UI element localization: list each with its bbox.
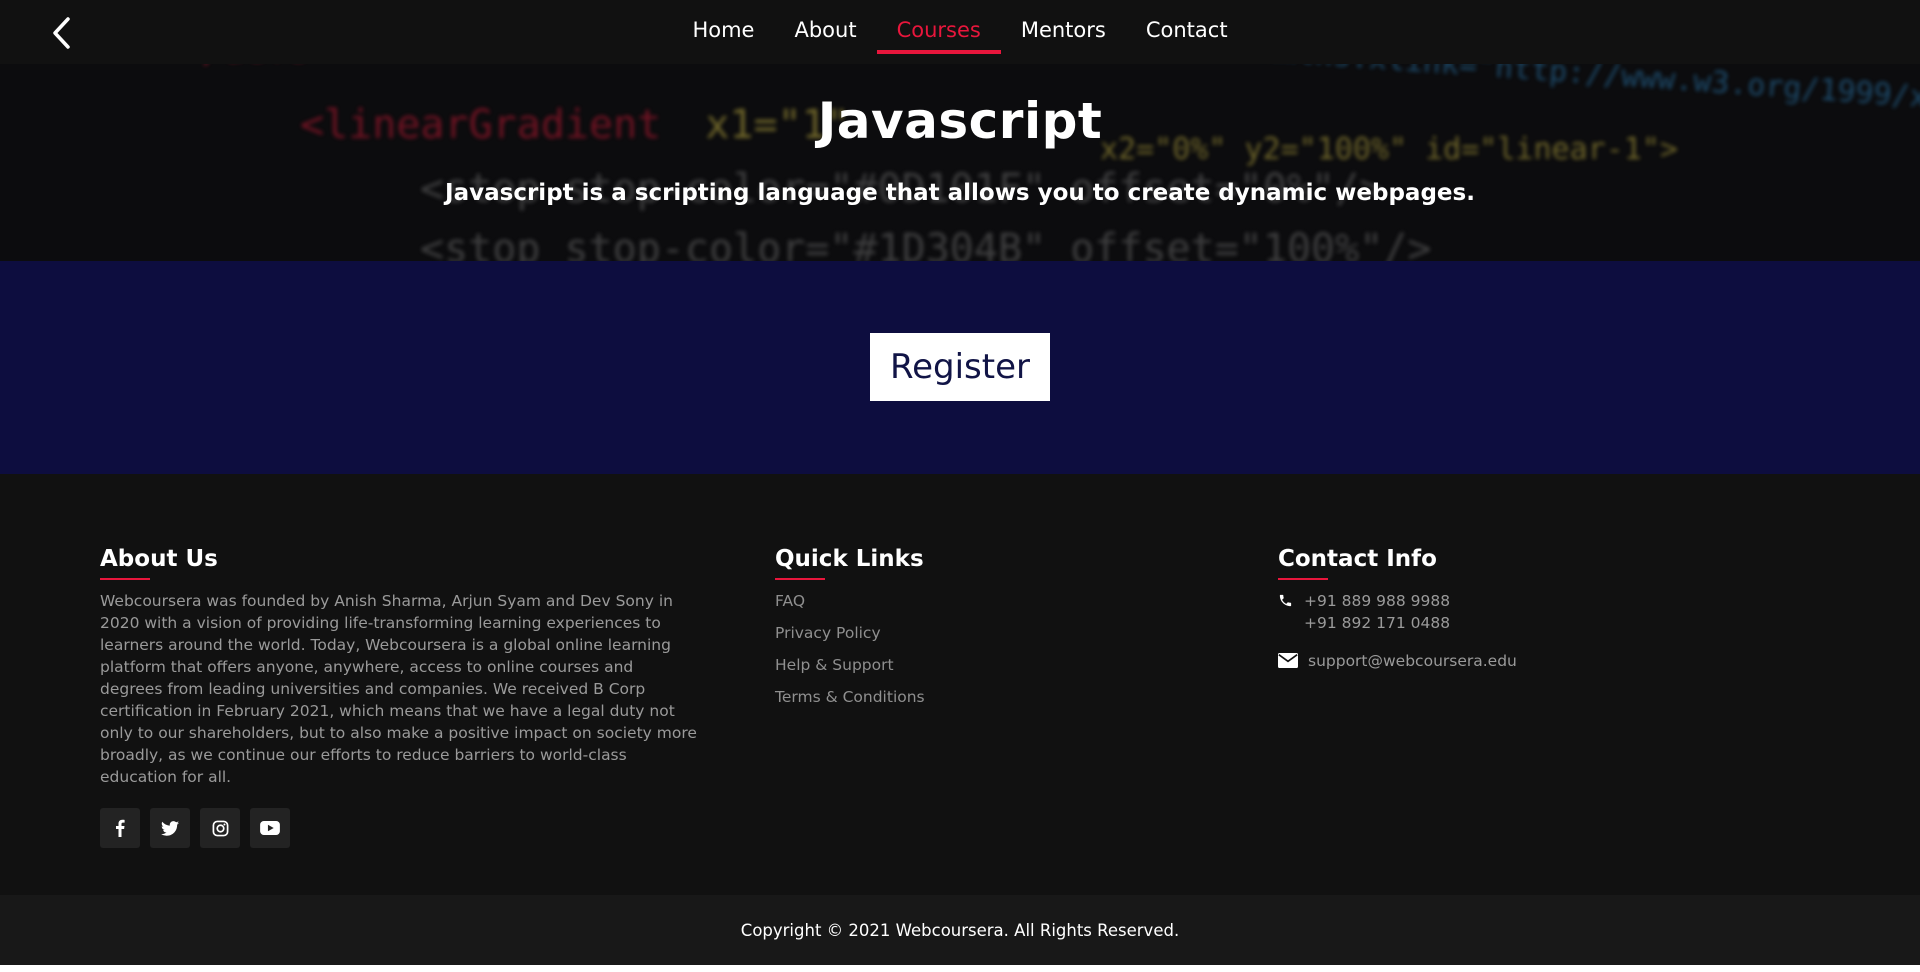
register-button[interactable]: Register [870, 333, 1050, 401]
nav-link-contact[interactable]: Contact [1126, 0, 1248, 54]
nav-link-mentors[interactable]: Mentors [1001, 0, 1126, 54]
twitter-icon [161, 820, 179, 836]
instagram-button[interactable] [200, 808, 240, 848]
copyright-text: Copyright © 2021 Webcoursera. All Rights… [740, 920, 1180, 940]
quick-links-list: FAQ Privacy Policy Help & Support Terms … [775, 590, 925, 718]
footer-about-column: About Us Webcoursera was founded by Anis… [100, 546, 700, 848]
social-links [100, 808, 700, 848]
footer-contact-column: Contact Info +91 889 988 9988 +91 892 17… [1278, 546, 1517, 672]
quick-link-terms-conditions[interactable]: Terms & Conditions [775, 686, 925, 718]
contact-email-row: support@webcoursera.edu [1278, 650, 1517, 672]
quick-link-help-support[interactable]: Help & Support [775, 654, 925, 686]
facebook-icon [116, 819, 125, 837]
nav-links: Home About Courses Mentors Contact [0, 0, 1920, 64]
copyright-bar: Copyright © 2021 Webcoursera. All Rights… [0, 895, 1920, 965]
top-navbar: Home About Courses Mentors Contact [0, 0, 1920, 64]
register-section: Register [0, 261, 1920, 474]
course-hero: </defs> <linearGradient x1="1" <stop sto… [0, 64, 1920, 261]
nav-link-home[interactable]: Home [672, 0, 774, 54]
contact-phone-2: +91 892 171 0488 [1304, 614, 1451, 632]
twitter-button[interactable] [150, 808, 190, 848]
envelope-icon [1278, 650, 1308, 668]
contact-phone-1: +91 889 988 9988 [1304, 592, 1451, 610]
facebook-button[interactable] [100, 808, 140, 848]
about-heading: About Us [100, 546, 218, 580]
instagram-icon [212, 820, 228, 836]
quick-link-privacy-policy[interactable]: Privacy Policy [775, 622, 925, 654]
nav-link-about[interactable]: About [774, 0, 876, 54]
site-footer: About Us Webcoursera was founded by Anis… [0, 474, 1920, 895]
quick-links-heading: Quick Links [775, 546, 924, 580]
contact-phone-row: +91 889 988 9988 +91 892 171 0488 [1278, 590, 1517, 634]
nav-link-courses[interactable]: Courses [876, 0, 1002, 54]
course-title: Javascript [817, 92, 1103, 150]
code-line-3: <stop stop-color="#1D304B" offset="100%"… [420, 226, 1432, 261]
phone-icon [1278, 590, 1304, 608]
about-description: Webcoursera was founded by Anish Sharma,… [100, 592, 697, 786]
youtube-button[interactable] [250, 808, 290, 848]
footer-quick-links-column: Quick Links FAQ Privacy Policy Help & Su… [775, 546, 925, 718]
quick-link-faq[interactable]: FAQ [775, 590, 925, 622]
course-subtitle: Javascript is a scripting language that … [445, 180, 1475, 206]
contact-heading: Contact Info [1278, 546, 1437, 580]
contact-email[interactable]: support@webcoursera.edu [1308, 650, 1517, 672]
youtube-icon [260, 821, 280, 835]
